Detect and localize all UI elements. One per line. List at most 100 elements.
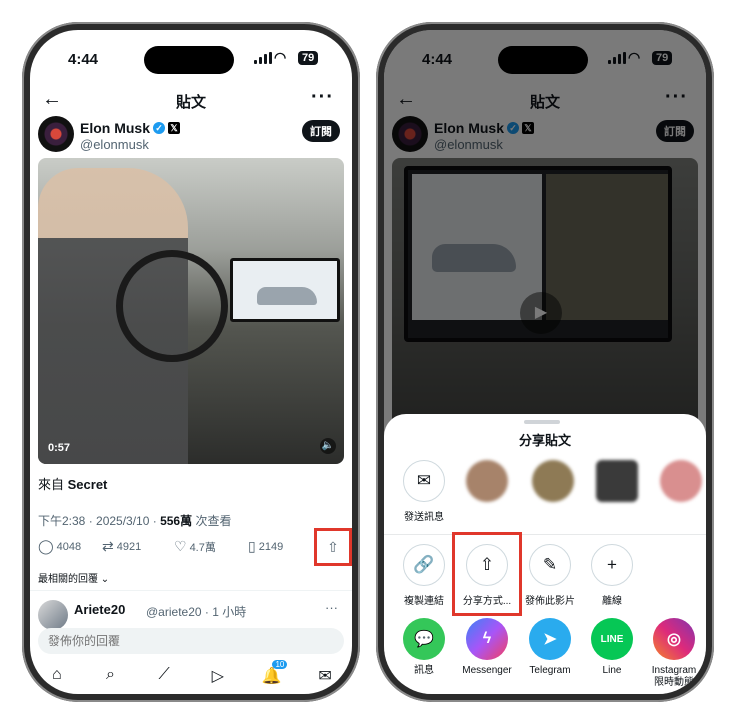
dynamic-island — [144, 46, 234, 74]
like-icon: ♡ — [174, 538, 187, 554]
video-duration: 0:57 — [48, 442, 71, 454]
post-time: 下午2:38 · 2025/3/10 · — [38, 514, 161, 528]
link-icon: 🔗 — [403, 544, 445, 586]
reply-item[interactable]: Ariete20 @ariete20 · 1 小時 ··· — [38, 600, 344, 630]
messages-icon[interactable]: ✉ — [310, 666, 340, 694]
home-icon[interactable]: ⌂ — [42, 666, 72, 694]
messages-app-label: 訊息 — [414, 665, 434, 676]
bookmark-icon: ▯ — [248, 538, 256, 554]
status-time: 4:44 — [68, 51, 99, 68]
instagram-icon: ◎ — [653, 618, 695, 660]
x-badge-icon: 𝕏 — [168, 122, 181, 134]
messenger-icon: ϟ — [466, 618, 508, 660]
copy-link-label: 複製連結 — [404, 596, 444, 607]
more-icon: + — [591, 544, 633, 586]
offline-button[interactable]: + 離線 — [580, 544, 644, 607]
nav-bar: ← 貼文 ··· — [30, 80, 352, 120]
left-phone: 4:44 ◠ 79 ← 貼文 ··· Elon Musk ✓ 𝕏 @elonmu… — [22, 22, 360, 702]
messages-app-icon: 💬 — [403, 618, 445, 660]
reply-author-handle: @ariete20 · 1 小時 — [146, 605, 247, 619]
notifications-tab[interactable]: 🔔 10 — [256, 660, 288, 694]
divider — [30, 590, 352, 591]
video-icon[interactable]: ▷ — [203, 666, 233, 694]
reply-input[interactable] — [38, 628, 344, 654]
offline-label: 離線 — [602, 596, 622, 607]
sheet-title: 分享貼文 — [518, 433, 571, 448]
source-prefix: 來自 — [38, 477, 65, 492]
author-name-row[interactable]: Elon Musk ✓ 𝕏 — [80, 120, 181, 136]
contact-avatar[interactable] — [466, 460, 508, 502]
send-message-button[interactable]: ✉ 發送訊息 — [392, 460, 456, 523]
share-sheet: 分享貼文 ✉ 發送訊息 🔗 複製連結 ⇧ 分享方式... ✎ 發佈此影片 + 離… — [384, 414, 706, 694]
line-button[interactable]: LINE Line — [580, 618, 644, 677]
telegram-icon: ➤ — [529, 618, 571, 660]
share-via-highlight — [452, 532, 522, 616]
instagram-label: Instagram 限時動態 — [651, 665, 697, 688]
left-screen: 4:44 ◠ 79 ← 貼文 ··· Elon Musk ✓ 𝕏 @elonmu… — [30, 30, 352, 694]
mute-icon[interactable]: 🔈 — [320, 438, 336, 454]
reply-count: 4048 — [56, 540, 82, 553]
retweet-icon: ⇄ — [102, 538, 114, 554]
share-icon: ⇧ — [327, 538, 339, 555]
instagram-button[interactable]: ◎ Instagram 限時動態 — [642, 618, 706, 689]
car-display — [230, 258, 340, 322]
replies-sort[interactable]: 最相關的回覆 ⌄ — [38, 570, 109, 585]
retweet-count: 4921 — [116, 540, 142, 553]
tab-bar: ⌂ ⌕ ⟋ ▷ 🔔 10 ✉ — [30, 660, 352, 694]
action-bar: ◯ 4048 ⇄ 4921 ♡ 4.7萬 ▯ 2149 ⇧ — [38, 528, 352, 566]
right-screen: 4:44 ◠ 79 ← 貼文 ··· Elon Musk ✓ 𝕏 @elonmu… — [384, 30, 706, 694]
views-suffix: 次查看 — [192, 514, 232, 528]
post-video-button[interactable]: ✎ 發佈此影片 — [518, 544, 582, 607]
telegram-button[interactable]: ➤ Telegram — [518, 618, 582, 677]
bookmark-count: 2149 — [258, 540, 284, 553]
retweet-action[interactable]: ⇄ 4921 — [102, 538, 141, 555]
copy-link-button[interactable]: 🔗 複製連結 — [392, 544, 456, 607]
messenger-button[interactable]: ϟ Messenger — [455, 618, 519, 677]
author-name[interactable]: Elon Musk — [80, 120, 150, 136]
comment-icon: ◯ — [38, 538, 54, 554]
like-action[interactable]: ♡ 4.7萬 — [174, 538, 216, 555]
page-title: 貼文 — [175, 94, 206, 111]
contact-avatar[interactable] — [596, 460, 638, 502]
car-image — [257, 287, 317, 305]
signal-icon — [254, 52, 272, 64]
status-bar: 4:44 ◠ 79 — [30, 30, 352, 76]
share-button[interactable]: ⇧ — [314, 528, 352, 566]
wifi-icon: ◠ — [274, 49, 287, 65]
sheet-divider — [384, 534, 706, 535]
contact-avatar[interactable] — [660, 460, 702, 502]
line-label: Line — [602, 665, 622, 676]
like-count: 4.7萬 — [189, 541, 216, 554]
telegram-label: Telegram — [529, 665, 571, 676]
reply-author-name[interactable]: Ariete20 — [74, 602, 125, 617]
right-phone: 4:44 ◠ 79 ← 貼文 ··· Elon Musk ✓ 𝕏 @elonmu… — [376, 22, 714, 702]
bookmark-action[interactable]: ▯ 2149 — [248, 538, 283, 555]
post-author: Elon Musk ✓ 𝕏 @elonmusk 訂閱 — [38, 116, 344, 158]
steering-wheel — [116, 250, 228, 362]
grok-icon[interactable]: ⟋ — [149, 666, 179, 694]
contact-avatar[interactable] — [532, 460, 574, 502]
search-icon[interactable]: ⌕ — [95, 666, 125, 694]
post-meta: 下午2:38 · 2025/3/10 · 556萬 次查看 — [38, 512, 231, 529]
messages-app-button[interactable]: 💬 訊息 — [392, 618, 456, 677]
source-name[interactable]: Secret — [68, 477, 108, 492]
video-source: 來自 Secret — [38, 474, 107, 493]
reply-action[interactable]: ◯ 4048 — [38, 538, 81, 555]
view-count: 556萬 — [160, 514, 193, 528]
messenger-label: Messenger — [462, 665, 512, 676]
sheet-grabber[interactable] — [524, 420, 560, 424]
post-video-label: 發佈此影片 — [525, 596, 575, 607]
notifications-icon: 🔔 — [261, 668, 282, 685]
battery-indicator: 79 — [298, 51, 319, 65]
send-message-label: 發送訊息 — [404, 512, 444, 523]
verified-badge-icon: ✓ — [153, 122, 166, 134]
envelope-icon: ✉ — [403, 460, 445, 502]
post-video-icon: ✎ — [529, 544, 571, 586]
more-icon[interactable]: ··· — [311, 86, 334, 109]
reply-more-icon[interactable]: ··· — [325, 600, 338, 615]
avatar[interactable] — [38, 116, 74, 152]
video-player[interactable]: 0:57 🔈 — [38, 158, 344, 464]
notification-badge: 10 — [272, 660, 288, 669]
reply-avatar[interactable] — [38, 600, 68, 630]
subscribe-button[interactable]: 訂閱 — [302, 120, 340, 142]
